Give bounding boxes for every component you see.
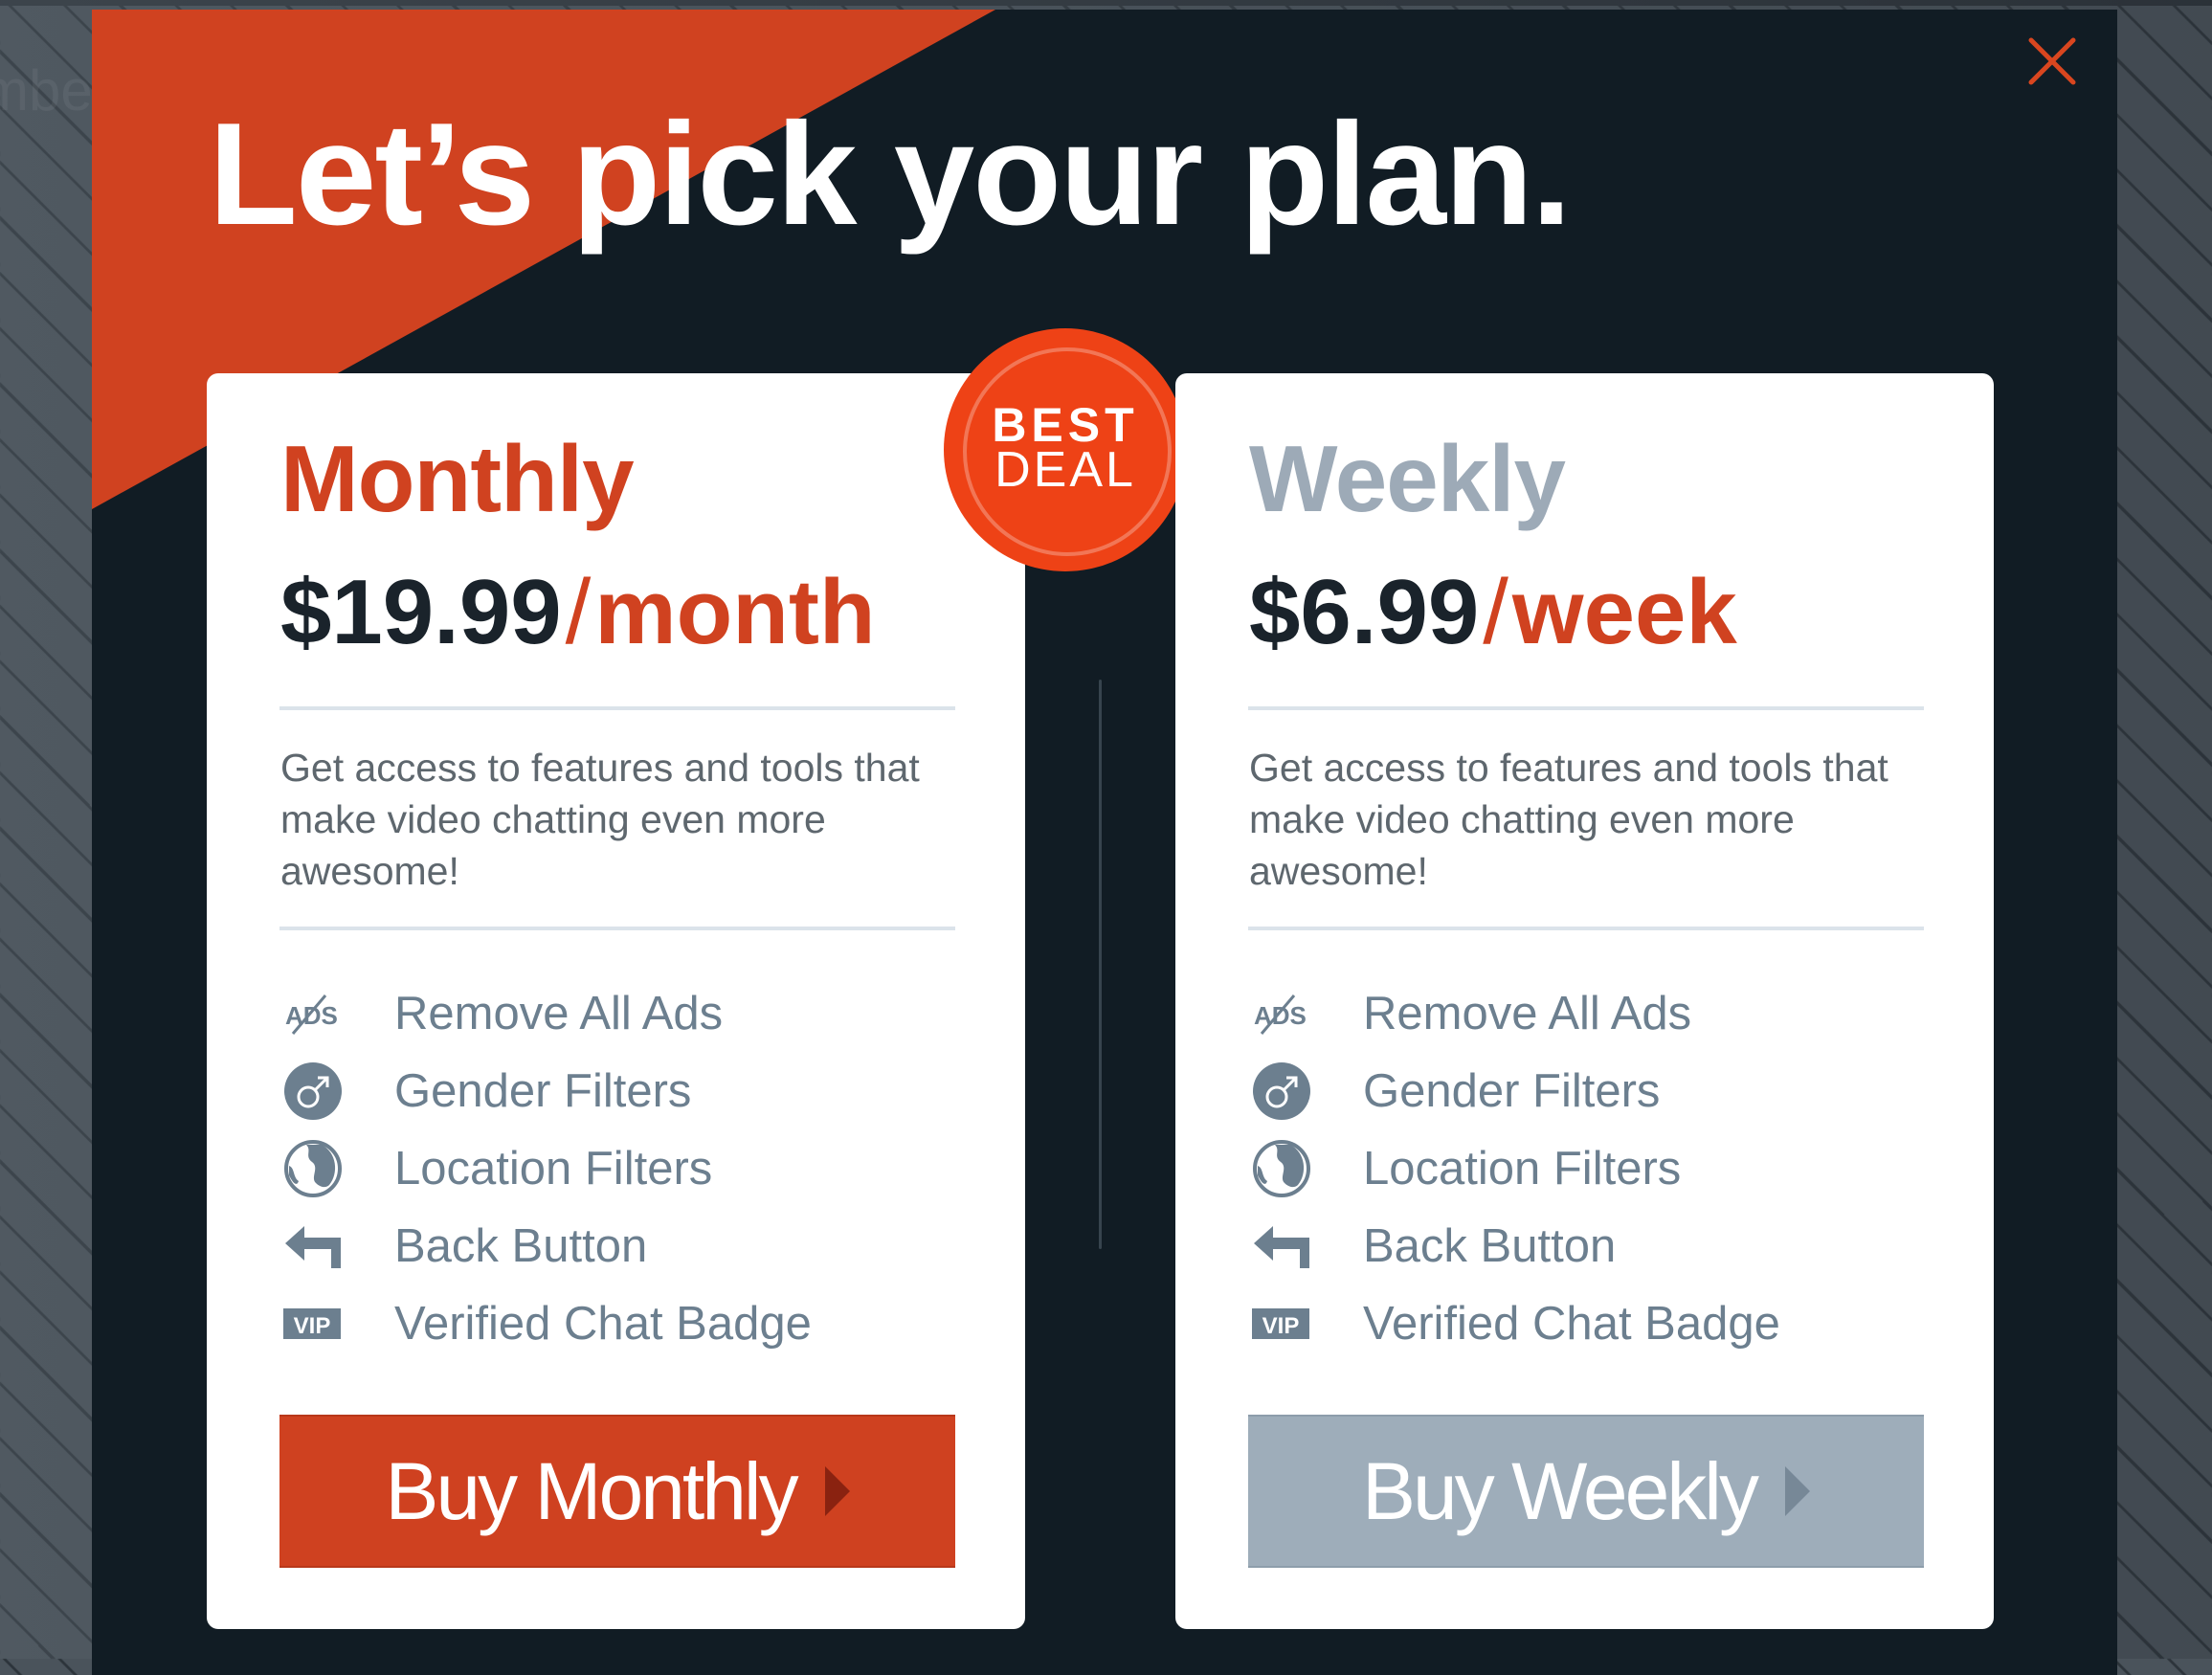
caret-right-icon: [824, 1466, 850, 1516]
globe-icon: [1252, 1139, 1317, 1197]
divider: [1248, 927, 1924, 930]
best-deal-badge: BEST DEAL: [944, 328, 1187, 571]
feature-label: Remove All Ads: [394, 987, 724, 1039]
globe-icon: [283, 1139, 348, 1197]
feature-item: Gender Filters: [283, 1052, 812, 1129]
no-ads-icon: ADS: [1252, 985, 1317, 1042]
gender-icon: [1252, 1061, 1317, 1120]
price-period: month: [594, 561, 876, 663]
plan-price: $6.99/week: [1249, 555, 1737, 670]
modal-title: Let’s pick your plan.: [209, 93, 1572, 256]
plan-card-monthly: Monthly $19.99/month Get access to featu…: [207, 373, 1025, 1629]
vip-icon: VIP: [1252, 1295, 1317, 1352]
plan-name: Weekly: [1249, 426, 1566, 531]
feature-item: Location Filters: [283, 1129, 812, 1207]
feature-label: Gender Filters: [1363, 1064, 1661, 1117]
badge-text-deal: DEAL: [994, 442, 1136, 498]
gender-icon: [283, 1061, 348, 1120]
plan-picker-modal: Let’s pick your plan. Monthly $19.99/mon…: [92, 10, 2117, 1675]
feature-item: Location Filters: [1252, 1129, 1780, 1207]
feature-list: ADS Remove All Ads Gender Filters Locati…: [283, 974, 812, 1362]
plan-description: Get access to features and tools that ma…: [280, 746, 920, 893]
back-arrow-icon: [1252, 1217, 1317, 1275]
feature-label: Location Filters: [394, 1142, 713, 1195]
divider: [279, 706, 955, 710]
back-arrow-icon: [283, 1217, 348, 1275]
svg-text:ADS: ADS: [1254, 1001, 1307, 1030]
divider: [1248, 706, 1924, 710]
button-label: Buy Weekly: [1362, 1445, 1759, 1536]
feature-item: Back Button: [1252, 1207, 1780, 1284]
plan-name: Monthly: [280, 426, 635, 531]
price-period: week: [1511, 561, 1737, 663]
feature-label: Verified Chat Badge: [1363, 1297, 1780, 1350]
feature-item: Gender Filters: [1252, 1052, 1780, 1129]
feature-label: Remove All Ads: [1363, 987, 1692, 1039]
buy-monthly-button[interactable]: Buy Monthly: [279, 1415, 955, 1568]
buy-weekly-button[interactable]: Buy Weekly: [1248, 1415, 1924, 1568]
price-amount: $6.99: [1249, 561, 1480, 663]
feature-label: Back Button: [1363, 1219, 1617, 1272]
feature-label: Back Button: [394, 1219, 648, 1272]
svg-text:ADS: ADS: [285, 1001, 338, 1030]
price-amount: $19.99: [280, 561, 562, 663]
feature-item: ADS Remove All Ads: [283, 974, 812, 1052]
feature-item: VIP Verified Chat Badge: [283, 1284, 812, 1362]
plan-description: Get access to features and tools that ma…: [1249, 746, 1888, 893]
vip-icon: VIP: [283, 1295, 348, 1352]
svg-text:VIP: VIP: [1262, 1313, 1300, 1339]
feature-item: VIP Verified Chat Badge: [1252, 1284, 1780, 1362]
price-separator: /: [565, 561, 592, 663]
divider: [279, 927, 955, 930]
plan-card-weekly: Weekly $6.99/week Get access to features…: [1175, 373, 1994, 1629]
close-icon: [2028, 37, 2076, 85]
svg-text:VIP: VIP: [294, 1313, 331, 1339]
feature-label: Location Filters: [1363, 1142, 1682, 1195]
close-button[interactable]: [2027, 36, 2077, 86]
caret-right-icon: [1784, 1466, 1810, 1516]
feature-label: Gender Filters: [394, 1064, 692, 1117]
feature-label: Verified Chat Badge: [394, 1297, 812, 1350]
button-label: Buy Monthly: [385, 1445, 798, 1536]
plan-price: $19.99/month: [280, 555, 876, 670]
feature-item: Back Button: [283, 1207, 812, 1284]
no-ads-icon: ADS: [283, 985, 348, 1042]
plan-divider: [1099, 680, 1102, 1249]
price-separator: /: [1483, 561, 1508, 663]
feature-list: ADS Remove All Ads Gender Filters Locati…: [1252, 974, 1780, 1362]
feature-item: ADS Remove All Ads: [1252, 974, 1780, 1052]
